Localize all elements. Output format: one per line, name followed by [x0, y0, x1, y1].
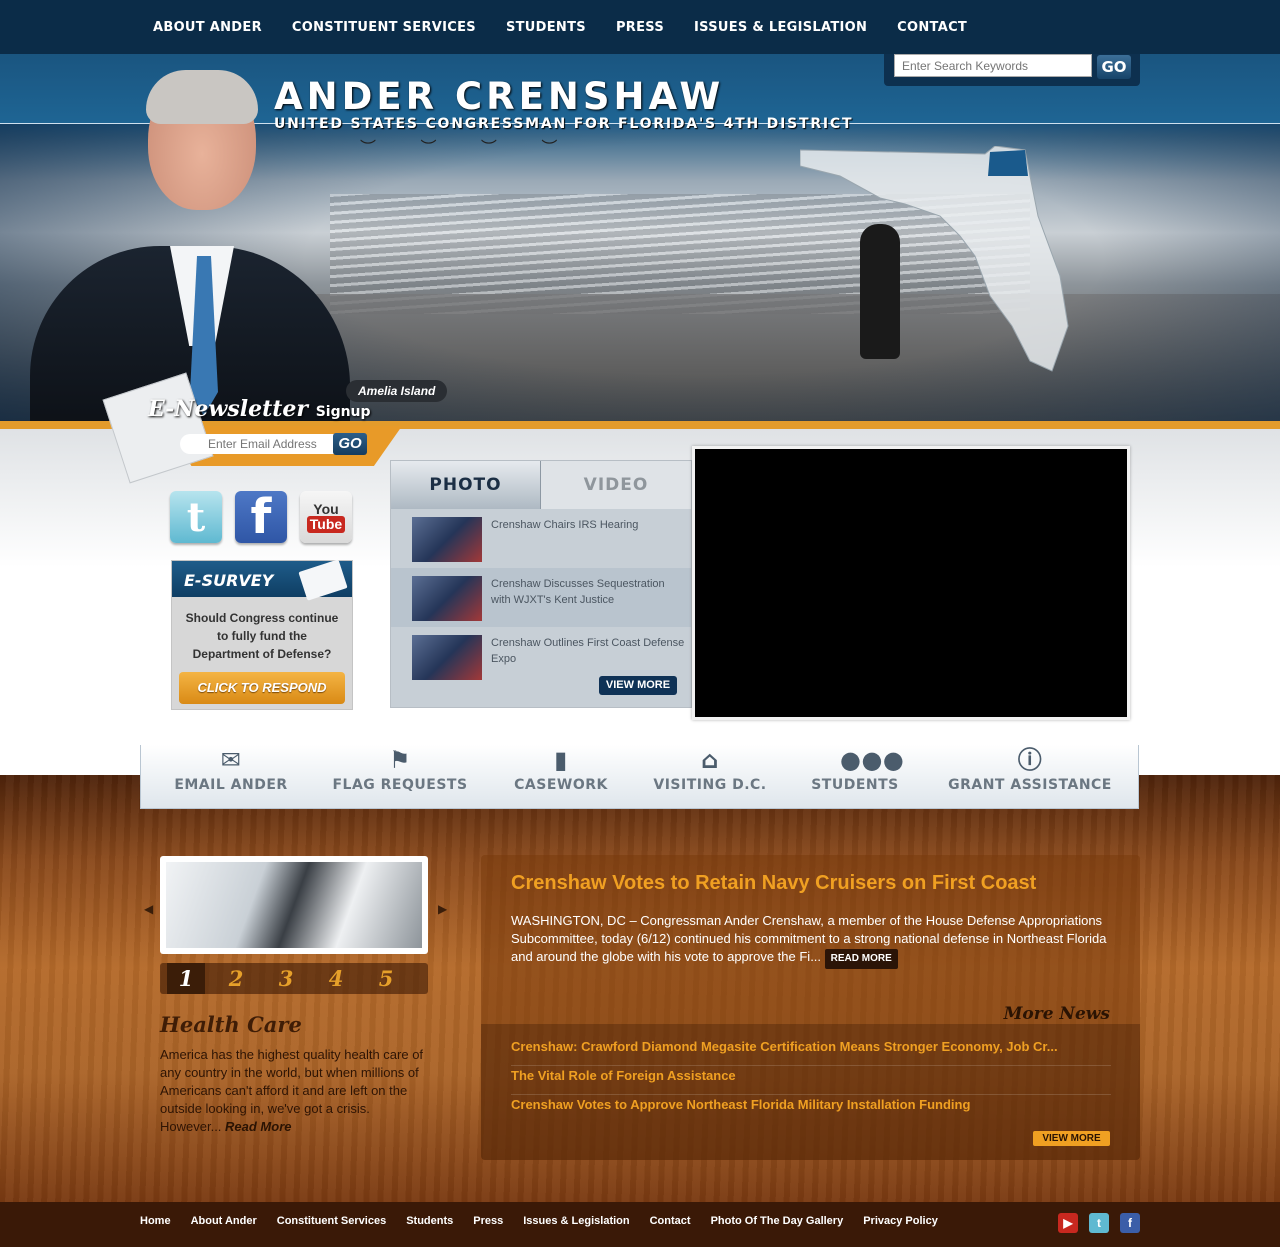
twitter-icon[interactable]: t [170, 491, 222, 543]
people-icon: ●●● [840, 746, 905, 774]
youtube-icon[interactable]: ▶ [1058, 1213, 1078, 1233]
flag-icon: ⚑ [388, 746, 411, 774]
slider-pager: 1 2 3 4 5 [160, 963, 428, 994]
news-view-more-button[interactable]: VIEW MORE [1033, 1131, 1110, 1146]
twitter-icon[interactable]: t [1089, 1213, 1109, 1233]
feature-title: Health Care [160, 1012, 302, 1037]
slider-next-arrow-icon[interactable]: ▶ [438, 902, 447, 916]
nav-about-ander[interactable]: ABOUT ANDER [138, 20, 277, 35]
capitol-icon: ⌂ [701, 746, 719, 774]
quick-links-bar: ✉ EMAIL ANDER ⚑ FLAG REQUESTS ▮ CASEWORK… [140, 745, 1139, 809]
quicklink-students[interactable]: ●●● STUDENTS [809, 745, 905, 809]
feature-text: America has the highest quality health c… [160, 1047, 424, 1134]
footer-link-photo-gallery[interactable]: Photo Of The Day Gallery [711, 1215, 844, 1227]
esurvey-panel: E-SURVEY Should Congress continue to ful… [171, 559, 353, 710]
video-thumbnail[interactable] [412, 517, 482, 562]
search-input[interactable] [894, 54, 1092, 77]
woman-silhouette-image [860, 224, 900, 359]
footer-link-privacy-policy[interactable]: Privacy Policy [863, 1215, 938, 1227]
florida-map-image [800, 146, 1069, 372]
quicklink-email-ander[interactable]: ✉ EMAIL ANDER [171, 745, 291, 809]
news-panel: Crenshaw Votes to Retain Navy Cruisers o… [481, 855, 1140, 1160]
nav-press[interactable]: PRESS [601, 20, 679, 35]
media-tabs: PHOTO VIDEO [391, 461, 691, 509]
quicklink-flag-requests[interactable]: ⚑ FLAG REQUESTS [331, 745, 469, 809]
info-icon: ⓘ [1017, 746, 1043, 774]
social-links: t f You Tube [170, 489, 352, 545]
news-link[interactable]: The Vital Role of Foreign Assistance [511, 1066, 1111, 1095]
nav-constituent-services[interactable]: CONSTITUENT SERVICES [277, 20, 491, 35]
tab-photo[interactable]: PHOTO [391, 461, 541, 509]
nav-students[interactable]: STUDENTS [491, 20, 601, 35]
binder-icon: ▮ [554, 746, 568, 774]
media-item[interactable]: Crenshaw Discusses Sequestration with WJ… [391, 568, 691, 627]
media-item[interactable]: Crenshaw Chairs IRS Hearing [391, 509, 691, 568]
footer-links: Home About Ander Constituent Services St… [140, 1215, 958, 1227]
media-view-more-button[interactable]: VIEW MORE [599, 676, 677, 695]
seagulls-image: ︶ ︶ ︶ ︶ [360, 140, 578, 157]
media-list: Crenshaw Chairs IRS Hearing Crenshaw Dis… [391, 509, 691, 686]
facebook-icon[interactable]: f [235, 489, 287, 545]
footer-link-issues-legislation[interactable]: Issues & Legislation [523, 1215, 629, 1227]
footer-link-about-ander[interactable]: About Ander [191, 1215, 257, 1227]
click-to-respond-button[interactable]: CLICK TO RESPOND [179, 672, 345, 704]
quicklink-visiting-dc[interactable]: ⌂ VISITING D.C. [651, 745, 769, 809]
news-link[interactable]: Crenshaw Votes to Approve Northeast Flor… [511, 1095, 1111, 1124]
slider-prev-arrow-icon[interactable]: ◀ [144, 902, 153, 916]
footer-link-contact[interactable]: Contact [650, 1215, 691, 1227]
footer-link-home[interactable]: Home [140, 1215, 171, 1227]
congressman-subtitle: UNITED STATES CONGRESSMAN FOR FLORIDA'S … [274, 116, 854, 132]
youtube-icon[interactable]: You Tube [300, 491, 352, 543]
nav-contact[interactable]: CONTACT [882, 20, 982, 35]
header-banner: ︶ ︶ ︶ ︶ ANDER CRENSHAW UNITED STATES CON… [0, 54, 1280, 426]
congressman-name: ANDER CRENSHAW [274, 75, 725, 118]
search-go-button[interactable]: GO [1097, 55, 1131, 79]
footer-link-press[interactable]: Press [473, 1215, 503, 1227]
feature-read-more-link[interactable]: Read More [225, 1119, 291, 1134]
news-link[interactable]: Crenshaw: Crawford Diamond Megasite Cert… [511, 1037, 1111, 1066]
news-body: WASHINGTON, DC – Congressman Ander Crens… [511, 912, 1111, 969]
top-navigation: ABOUT ANDER CONSTITUENT SERVICES STUDENT… [0, 0, 1280, 54]
site-title: ANDER CRENSHAW UNITED STATES CONGRESSMAN… [274, 75, 854, 133]
feature-slider [160, 856, 428, 954]
newsletter-signup: E-Newsletter Signup GO [102, 372, 402, 484]
slider-page-5[interactable]: 5 [361, 963, 411, 994]
slider-page-4[interactable]: 4 [311, 963, 361, 994]
news-read-more-button[interactable]: READ MORE [824, 949, 898, 969]
footer-link-constituent-services[interactable]: Constituent Services [277, 1215, 386, 1227]
facebook-icon[interactable]: f [1120, 1213, 1140, 1233]
newsletter-go-button[interactable]: GO [333, 433, 367, 455]
envelope-icon [102, 372, 214, 484]
more-news-heading: More News [1003, 1004, 1110, 1024]
slider-page-2[interactable]: 2 [211, 963, 261, 994]
esurvey-question: Should Congress continue to fully fund t… [185, 611, 339, 661]
quicklink-casework[interactable]: ▮ CASEWORK [511, 745, 611, 809]
envelope-icon: ✉ [220, 746, 242, 774]
media-panel: PHOTO VIDEO Crenshaw Chairs IRS Hearing … [390, 460, 692, 708]
tab-video[interactable]: VIDEO [541, 461, 691, 509]
newsletter-email-input[interactable] [180, 434, 336, 454]
footer-link-students[interactable]: Students [406, 1215, 453, 1227]
news-headline[interactable]: Crenshaw Votes to Retain Navy Cruisers o… [511, 872, 1036, 895]
video-thumbnail[interactable] [412, 635, 482, 680]
slider-page-3[interactable]: 3 [261, 963, 311, 994]
nav-issues-legislation[interactable]: ISSUES & LEGISLATION [679, 20, 882, 35]
footer: Home About Ander Constituent Services St… [0, 1202, 1280, 1247]
slider-page-1[interactable]: 1 [167, 963, 205, 994]
video-thumbnail[interactable] [412, 576, 482, 621]
stethoscope-image [166, 862, 422, 948]
search-box: GO [884, 54, 1140, 86]
newsletter-title: E-Newsletter Signup [148, 396, 371, 422]
more-news-list: Crenshaw: Crawford Diamond Megasite Cert… [511, 1037, 1111, 1124]
video-player[interactable] [692, 446, 1130, 720]
quicklink-grant-assistance[interactable]: ⓘ GRANT ASSISTANCE [947, 745, 1113, 809]
